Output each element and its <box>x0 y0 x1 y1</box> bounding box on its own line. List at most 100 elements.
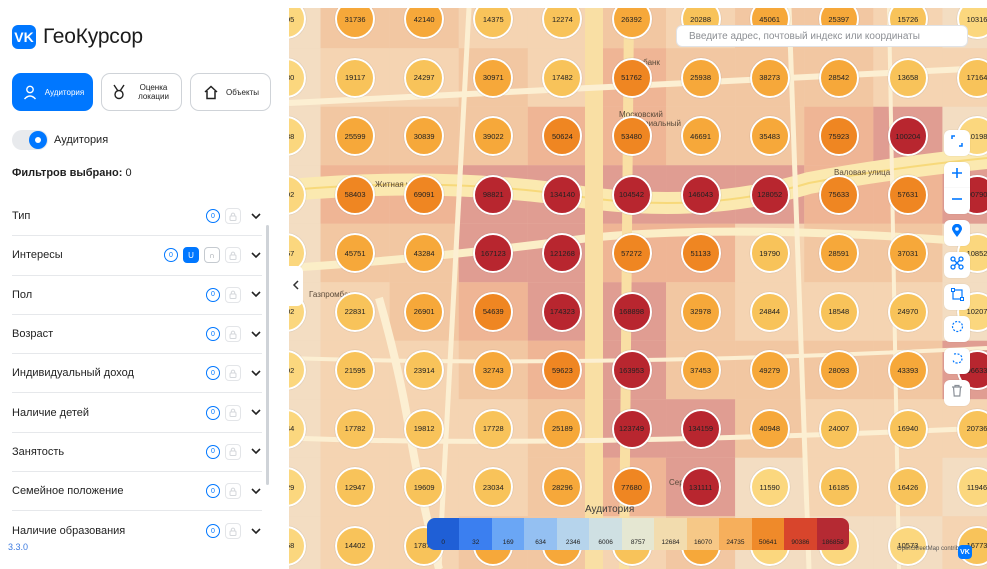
lock-icon[interactable] <box>225 286 241 303</box>
audience-bubble[interactable]: 38273 <box>749 57 790 98</box>
audience-bubble[interactable]: 98821 <box>473 174 514 215</box>
audience-bubble[interactable]: 28093 <box>818 350 859 390</box>
lock-icon[interactable] <box>225 523 241 540</box>
lock-icon[interactable] <box>225 326 241 343</box>
measure-tool-button[interactable] <box>944 252 970 278</box>
lock-icon[interactable] <box>225 208 241 225</box>
chevron-down-icon[interactable] <box>250 446 262 458</box>
audience-bubble[interactable]: 24970 <box>887 291 928 332</box>
audience-bubble[interactable]: 69091 <box>404 174 445 215</box>
audience-bubble[interactable]: 19812 <box>404 408 445 449</box>
audience-bubble[interactable]: 43284 <box>404 233 445 273</box>
mode-location-button[interactable]: Оценка локации <box>101 73 182 111</box>
lock-icon[interactable] <box>225 483 241 500</box>
polygon-tool-button[interactable] <box>944 284 970 310</box>
audience-bubble[interactable]: 57631 <box>887 174 928 215</box>
audience-bubble[interactable]: 53480 <box>611 116 652 156</box>
delete-button[interactable] <box>944 380 970 406</box>
audience-bubble[interactable]: 77680 <box>611 467 652 507</box>
audience-bubble[interactable]: 57272 <box>611 233 652 273</box>
chevron-down-icon[interactable] <box>250 407 262 419</box>
chevron-down-icon[interactable] <box>250 249 262 261</box>
chevron-down-icon[interactable] <box>250 485 262 497</box>
filter-row[interactable]: Занятость 0 <box>12 433 262 473</box>
filter-row[interactable]: Возраст 0 <box>12 315 262 355</box>
audience-bubble[interactable]: 168898 <box>611 291 652 332</box>
audience-bubble[interactable]: 19609 <box>404 467 445 507</box>
logic-intersection-button[interactable]: ∩ <box>204 247 220 264</box>
audience-bubble[interactable]: 16185 <box>818 467 859 507</box>
lasso-tool-button[interactable] <box>944 348 970 374</box>
lock-icon[interactable] <box>225 404 241 421</box>
audience-bubble[interactable]: 123749 <box>611 408 652 449</box>
audience-bubble[interactable]: 17164 <box>957 57 987 98</box>
logic-union-button[interactable]: U <box>183 247 199 264</box>
audience-bubble[interactable]: 104542 <box>611 174 652 215</box>
audience-toggle[interactable] <box>12 130 48 150</box>
audience-bubble[interactable]: 25599 <box>335 116 376 156</box>
audience-bubble[interactable]: 75923 <box>818 116 859 156</box>
audience-bubble[interactable]: 35483 <box>749 116 790 156</box>
audience-bubble[interactable]: 18548 <box>818 291 859 332</box>
audience-bubble[interactable]: 25938 <box>680 57 721 98</box>
lock-icon[interactable] <box>225 365 241 382</box>
circle-tool-button[interactable] <box>944 316 970 342</box>
chevron-down-icon[interactable] <box>250 210 262 222</box>
audience-bubble[interactable]: 32978 <box>680 291 721 332</box>
filter-row[interactable]: Пол 0 <box>12 276 262 315</box>
address-search-input[interactable] <box>676 25 968 47</box>
audience-bubble[interactable]: 26901 <box>404 291 445 332</box>
audience-bubble[interactable]: 163953 <box>611 350 652 390</box>
collapse-sidebar-button[interactable] <box>289 266 303 306</box>
audience-bubble[interactable]: 58403 <box>335 174 376 215</box>
mode-audience-button[interactable]: Аудитория <box>12 73 93 111</box>
audience-bubble[interactable]: 24844 <box>749 291 790 332</box>
audience-bubble[interactable]: 24007 <box>818 408 859 449</box>
filter-row[interactable]: Наличие детей 0 <box>12 393 262 433</box>
audience-bubble[interactable]: 131111 <box>680 467 721 507</box>
audience-bubble[interactable]: 21595 <box>335 350 376 390</box>
audience-bubble[interactable]: 128052 <box>749 174 790 215</box>
filter-row[interactable]: Индивидуальный доход 0 <box>12 354 262 394</box>
audience-bubble[interactable]: 30839 <box>404 116 445 156</box>
audience-bubble[interactable]: 24297 <box>404 57 445 98</box>
audience-bubble[interactable]: 13658 <box>887 57 928 98</box>
audience-bubble[interactable]: 51762 <box>611 57 652 98</box>
audience-bubble[interactable]: 11590 <box>749 467 790 507</box>
fullscreen-button[interactable] <box>944 130 970 156</box>
audience-bubble[interactable]: 146043 <box>680 174 721 215</box>
filter-row[interactable]: Интересы 0 U ∩ <box>12 236 262 276</box>
chevron-down-icon[interactable] <box>250 289 262 301</box>
chevron-down-icon[interactable] <box>250 367 262 379</box>
audience-bubble[interactable]: 49279 <box>749 350 790 390</box>
zoom-out-button[interactable] <box>944 188 970 214</box>
audience-bubble[interactable]: 20736 <box>957 408 987 449</box>
chevron-down-icon[interactable] <box>250 525 262 537</box>
audience-bubble[interactable]: 37031 <box>887 233 928 273</box>
audience-bubble[interactable]: 45751 <box>335 233 376 273</box>
audience-bubble[interactable]: 134159 <box>680 408 721 449</box>
audience-bubble[interactable]: 75633 <box>818 174 859 215</box>
audience-bubble[interactable]: 22831 <box>335 291 376 332</box>
filter-row[interactable]: Тип 0 <box>12 197 262 237</box>
audience-bubble[interactable]: 43393 <box>887 350 928 390</box>
audience-bubble[interactable]: 40948 <box>749 408 790 449</box>
audience-bubble[interactable]: 16940 <box>887 408 928 449</box>
lock-icon[interactable] <box>225 443 241 460</box>
locate-button[interactable] <box>944 220 970 246</box>
audience-bubble[interactable]: 25189 <box>542 408 583 449</box>
audience-bubble[interactable]: 17782 <box>335 408 376 449</box>
audience-bubble[interactable]: 51133 <box>680 233 721 273</box>
audience-bubble[interactable]: 54639 <box>473 291 514 332</box>
lock-icon[interactable] <box>225 247 241 264</box>
audience-bubble[interactable]: 16426 <box>887 467 928 507</box>
audience-bubble[interactable]: 17482 <box>542 57 583 98</box>
zoom-in-button[interactable] <box>944 162 970 188</box>
audience-bubble[interactable]: 19790 <box>749 233 790 273</box>
audience-bubble[interactable]: 17728 <box>473 408 514 449</box>
audience-bubble[interactable]: 28591 <box>818 233 859 273</box>
audience-bubble[interactable]: 100204 <box>887 116 928 156</box>
mode-objects-button[interactable]: Объекты <box>190 73 271 111</box>
filter-row[interactable]: Семейное положение 0 <box>12 472 262 512</box>
audience-bubble[interactable]: 30971 <box>473 57 514 98</box>
